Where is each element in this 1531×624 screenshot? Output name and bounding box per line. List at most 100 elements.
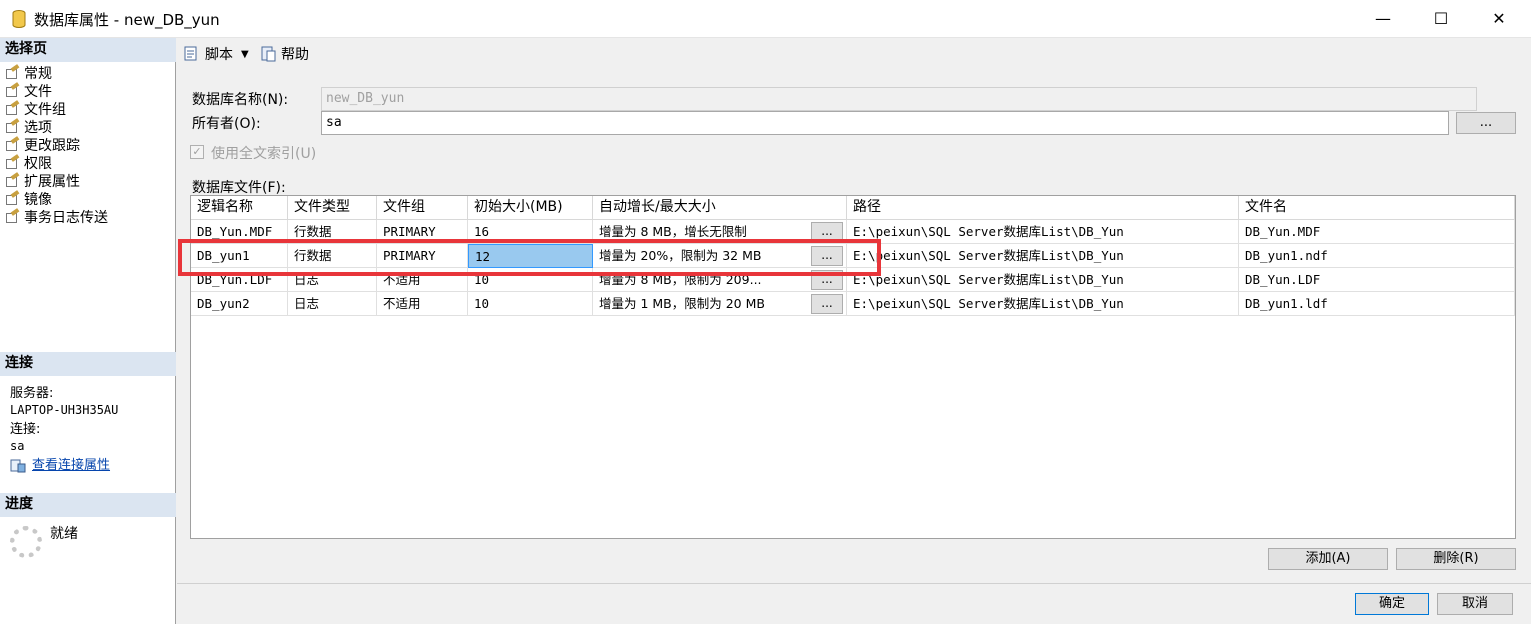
cell-logical[interactable]: DB_Yun.LDF	[191, 268, 288, 292]
column-header[interactable]: 逻辑名称	[191, 196, 288, 220]
cell-type[interactable]: 行数据	[288, 220, 377, 244]
nav-item[interactable]: 选项	[4, 118, 108, 136]
cell-growth[interactable]: 增量为 20%，限制为 32 MB	[593, 244, 847, 268]
column-header[interactable]: 文件名	[1239, 196, 1515, 220]
autogrowth-edit-button[interactable]: ...	[811, 246, 843, 266]
cell-type[interactable]: 日志	[288, 292, 377, 316]
cell-type[interactable]: 行数据	[288, 244, 377, 268]
cancel-button[interactable]: 取消	[1437, 593, 1513, 615]
db-files-label: 数据库文件(F):	[192, 180, 286, 196]
progress-header: 进度	[0, 493, 176, 517]
fulltext-checkbox[interactable]: ✓	[190, 145, 204, 159]
autogrowth-edit-button[interactable]: ...	[811, 270, 843, 290]
properties-icon	[10, 459, 26, 473]
script-button[interactable]: 脚本 ▼	[183, 44, 249, 64]
cell-path[interactable]: E:\peixun\SQL Server数据库List\DB_Yun	[847, 220, 1239, 244]
view-connection-properties[interactable]: 查看连接属性	[10, 458, 110, 474]
table-row[interactable]: DB_yun2 日志 不适用 10 增量为 1 MB，限制为 20 MB... E:\pe…	[191, 292, 1515, 316]
cell-file[interactable]: DB_yun1.ndf	[1239, 244, 1515, 268]
title-bar: 数据库属性 - new_DB_yun — ☐ ✕	[0, 0, 1531, 38]
column-header[interactable]: 文件组	[377, 196, 468, 220]
cell-group[interactable]: 不适用	[377, 268, 468, 292]
ok-button[interactable]: 确定	[1355, 593, 1429, 615]
nav-item[interactable]: 常规	[4, 64, 108, 82]
close-button[interactable]: ✕	[1470, 0, 1528, 38]
table-row[interactable]: DB_Yun.LDF 日志 不适用 10 增量为 8 MB，限制为 209...... E…	[191, 268, 1515, 292]
nav-item-label: 事务日志传送	[24, 210, 108, 226]
table-row[interactable]: DB_Yun.MDF 行数据 PRIMARY 16 增量为 8 MB，增长无限制... E…	[191, 220, 1515, 244]
connection-label: 连接:	[10, 422, 41, 437]
nav-item[interactable]: 文件组	[4, 100, 108, 118]
cell-file[interactable]: DB_yun1.ldf	[1239, 292, 1515, 316]
remove-button[interactable]: 删除(R)	[1396, 548, 1516, 570]
nav-item[interactable]: 更改跟踪	[4, 136, 108, 154]
page-wrench-icon	[4, 100, 20, 116]
cell-file[interactable]: DB_Yun.MDF	[1239, 220, 1515, 244]
cell-file[interactable]: DB_Yun.LDF	[1239, 268, 1515, 292]
connection-value: sa	[10, 439, 25, 453]
cell-type[interactable]: 日志	[288, 268, 377, 292]
help-label: 帮助	[281, 47, 309, 63]
progress-spinner-icon	[10, 526, 42, 558]
select-page-header: 选择页	[0, 38, 176, 62]
nav-item[interactable]: 文件	[4, 81, 108, 101]
footer-separator	[177, 583, 1531, 584]
help-button[interactable]: 帮助	[261, 44, 309, 64]
grid-header-row: 逻辑名称 文件类型 文件组 初始大小(MB) 自动增长/最大大小 路径 文件名	[191, 196, 1515, 220]
cell-growth[interactable]: 增量为 8 MB，增长无限制	[593, 220, 847, 244]
toolbar: 脚本 ▼ 帮助	[177, 39, 1531, 69]
page-wrench-icon	[4, 172, 20, 188]
cell-size[interactable]: 12	[468, 244, 593, 268]
db-name-field: new_DB_yun	[321, 87, 1477, 111]
maximize-button[interactable]: ☐	[1412, 0, 1470, 38]
column-header[interactable]: 文件类型	[288, 196, 377, 220]
cell-group[interactable]: PRIMARY	[377, 220, 468, 244]
owner-field[interactable]: sa	[321, 111, 1449, 135]
cell-size[interactable]: 10	[468, 292, 593, 316]
cell-group[interactable]: PRIMARY	[377, 244, 468, 268]
nav-item[interactable]: 扩展属性	[4, 172, 108, 190]
dropdown-arrow-icon[interactable]: ▼	[241, 49, 249, 60]
nav-item-label: 选项	[24, 120, 52, 136]
db-name-label: 数据库名称(N):	[192, 92, 289, 108]
nav-item-label: 权限	[24, 156, 52, 172]
nav-item-label: 常规	[24, 66, 52, 82]
owner-browse-button[interactable]: ...	[1456, 112, 1516, 134]
cell-size[interactable]: 16	[468, 220, 593, 244]
server-label: 服务器:	[10, 386, 54, 401]
nav-item[interactable]: 镜像	[4, 190, 108, 208]
page-wrench-icon	[4, 82, 20, 98]
nav-item-label: 文件	[24, 81, 52, 101]
page-wrench-icon	[4, 154, 20, 170]
page-nav-list: 常规 文件 文件组选项 更改跟踪权限扩展属性镜像事务日志传送	[4, 64, 108, 226]
cell-logical[interactable]: DB_yun2	[191, 292, 288, 316]
page-wrench-icon	[4, 118, 20, 134]
nav-item[interactable]: 权限	[4, 154, 108, 172]
cell-path[interactable]: E:\peixun\SQL Server数据库List\DB_Yun	[847, 292, 1239, 316]
add-button[interactable]: 添加(A)	[1268, 548, 1388, 570]
cell-path[interactable]: E:\peixun\SQL Server数据库List\DB_Yun	[847, 268, 1239, 292]
page-wrench-icon	[4, 64, 20, 80]
table-row[interactable]: DB_yun1 行数据 PRIMARY 12 增量为 20%，限制为 32 MB... E…	[191, 244, 1515, 268]
cell-size[interactable]: 10	[468, 268, 593, 292]
autogrowth-edit-button[interactable]: ...	[811, 294, 843, 314]
cell-logical[interactable]: DB_Yun.MDF	[191, 220, 288, 244]
column-header[interactable]: 初始大小(MB)	[468, 196, 593, 220]
column-header[interactable]: 自动增长/最大大小	[593, 196, 847, 220]
nav-item-label: 镜像	[24, 192, 52, 208]
window-title: 数据库属性 - new_DB_yun	[34, 11, 220, 29]
view-connection-link[interactable]: 查看连接属性	[32, 458, 110, 474]
connection-header: 连接	[0, 352, 176, 376]
cell-path[interactable]: E:\peixun\SQL Server数据库List\DB_Yun	[847, 244, 1239, 268]
server-value: LAPTOP-UH3H35AU	[10, 403, 119, 417]
owner-label: 所有者(O):	[192, 116, 261, 132]
nav-item-label: 扩展属性	[24, 174, 80, 190]
minimize-button[interactable]: —	[1354, 0, 1412, 38]
cell-logical[interactable]: DB_yun1	[191, 244, 288, 268]
cell-growth[interactable]: 增量为 8 MB，限制为 209...	[593, 268, 847, 292]
cell-group[interactable]: 不适用	[377, 292, 468, 316]
autogrowth-edit-button[interactable]: ...	[811, 222, 843, 242]
nav-item[interactable]: 事务日志传送	[4, 208, 108, 226]
column-header[interactable]: 路径	[847, 196, 1239, 220]
cell-growth[interactable]: 增量为 1 MB，限制为 20 MB	[593, 292, 847, 316]
